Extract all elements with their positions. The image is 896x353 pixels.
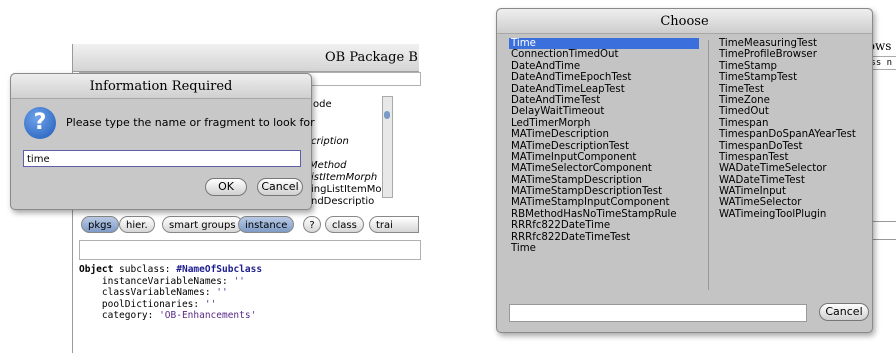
code-text: category:	[79, 310, 160, 321]
ob-scrollbar[interactable]	[382, 96, 393, 198]
choice-item[interactable]: TimeTest	[719, 84, 856, 95]
choice-item[interactable]: LedTimerMorph	[511, 118, 699, 129]
code-symbol: #NameOfSubclass	[176, 264, 263, 275]
choice-item[interactable]: MATimeDescription	[511, 129, 699, 140]
question-icon: ?	[24, 107, 56, 139]
class-choice-list[interactable]: Time ConnectionTimedOut DateAndTime DateAnd…	[509, 38, 865, 303]
choice-column-right: TimeMeasuringTest TimeProfileBrowser TimeS…	[719, 38, 856, 220]
choice-item[interactable]: WATimeInput	[719, 186, 856, 197]
info-dialog-titlebar[interactable]: Information Required	[11, 74, 311, 99]
choice-item[interactable]: MATimeDescriptionTest	[511, 141, 699, 152]
info-dialog-title: Information Required	[89, 79, 233, 94]
choice-item[interactable]: MATimeStampInputComponent	[511, 197, 699, 208]
ob-definition-input[interactable]	[79, 240, 421, 260]
choice-item[interactable]: Time	[509, 38, 699, 50]
choice-item[interactable]: WADateTimeSelector	[719, 163, 856, 174]
ob-titlebar[interactable]: OB Package B	[73, 44, 419, 72]
help-button[interactable]: ?	[303, 216, 321, 233]
cancel-button[interactable]: Cancel	[257, 178, 303, 196]
choice-item[interactable]: DateAndTimeEpochTest	[511, 72, 699, 83]
ob-list-fragment[interactable]: cription	[311, 136, 349, 147]
info-prompt-text: Please type the name or fragment to look…	[66, 116, 315, 129]
choice-item[interactable]: TimedOut	[719, 106, 856, 117]
ob-list-fragment[interactable]: ndDescriptio	[311, 196, 374, 207]
choice-item[interactable]: WATimeSelector	[719, 197, 856, 208]
choice-item[interactable]: TimespanTest	[719, 152, 856, 163]
ob-list-fragment[interactable]: ingListItemMo	[311, 184, 381, 195]
choice-item[interactable]: MATimeSelectorComponent	[511, 163, 699, 174]
code-string: ''	[216, 287, 228, 298]
choice-item[interactable]: DateAndTimeTest	[511, 95, 699, 106]
choose-dialog-titlebar[interactable]: Choose	[497, 9, 872, 34]
code-string: ''	[204, 298, 217, 310]
traits-button[interactable]: trai	[369, 216, 419, 233]
choice-item[interactable]: RRRfc822DateTime	[511, 220, 699, 231]
choice-column-left: Time ConnectionTimedOut DateAndTime DateAnd…	[509, 38, 699, 254]
code-text: subclass:	[113, 264, 177, 275]
choice-item[interactable]: WADateTimeTest	[719, 175, 856, 186]
class-button[interactable]: class	[325, 216, 364, 233]
ok-button[interactable]: OK	[205, 178, 247, 196]
smart-groups-button[interactable]: smart groups	[162, 216, 243, 233]
code-text: instanceVariableNames:	[79, 275, 234, 287]
choice-item[interactable]: TimespanDoSpanAYearTest	[719, 129, 856, 140]
choice-item[interactable]: WATimeingToolPlugin	[719, 209, 856, 220]
choice-item[interactable]: MATimeStampDescription	[511, 175, 699, 186]
choice-item[interactable]: Timespan	[719, 118, 856, 129]
pkgs-button[interactable]: pkgs	[81, 216, 119, 233]
search-fragment-input[interactable]: time	[23, 150, 301, 167]
choice-item[interactable]: MATimeStampDescriptionTest	[511, 186, 699, 197]
choose-filter-input[interactable]	[509, 304, 807, 322]
information-required-dialog: Information Required ? Please type the n…	[10, 73, 315, 210]
choice-item[interactable]: DateAndTimeLeapTest	[511, 84, 699, 95]
choose-cancel-button[interactable]: Cancel	[819, 303, 869, 321]
choice-item[interactable]: TimeMeasuringTest	[719, 38, 856, 49]
code-keyword: Object	[79, 264, 114, 275]
choice-item[interactable]: TimespanDoTest	[719, 141, 856, 152]
choose-dialog: Choose Time ConnectionTimedOut DateAndTime…	[496, 8, 873, 333]
choose-dialog-title: Choose	[660, 14, 709, 29]
ob-list-fragment[interactable]: istItemMorph	[311, 172, 377, 183]
ob-window-title: OB Package B	[325, 50, 418, 65]
choice-item[interactable]: ConnectionTimedOut	[511, 49, 699, 60]
choice-item[interactable]: MATimeInputComponent	[511, 152, 699, 163]
code-text: poolDictionaries:	[79, 298, 205, 310]
ob-list-fragment[interactable]: ode	[313, 99, 332, 110]
ob-list-fragment[interactable]: Method	[309, 160, 347, 171]
choice-item[interactable]: TimeStamp	[719, 61, 856, 72]
ob-scroll-knob[interactable]	[384, 111, 390, 119]
column-divider	[708, 40, 709, 290]
choice-item[interactable]: TimeStampTest	[719, 72, 856, 83]
code-string: ''	[233, 275, 245, 287]
choice-item[interactable]: DateAndTime	[511, 61, 699, 72]
choice-item[interactable]: RBMethodHasNoTimeStampRule	[511, 209, 699, 220]
choice-item[interactable]: TimeZone	[719, 95, 856, 106]
choice-item[interactable]: DelayWaitTimeout	[511, 106, 699, 117]
choice-item[interactable]: TimeProfileBrowser	[719, 49, 856, 60]
code-text: classVariableNames:	[79, 287, 217, 298]
code-string: 'OB-Enhancements'	[159, 310, 257, 321]
instance-button[interactable]: instance	[238, 216, 295, 233]
hier-button[interactable]: hier.	[119, 216, 155, 233]
ob-code-pane[interactable]: Object subclass: #NameOfSubclass instanc…	[79, 264, 262, 322]
choice-item[interactable]: Time	[511, 243, 699, 254]
choice-item[interactable]: RRRfc822DateTimeTest	[511, 232, 699, 243]
